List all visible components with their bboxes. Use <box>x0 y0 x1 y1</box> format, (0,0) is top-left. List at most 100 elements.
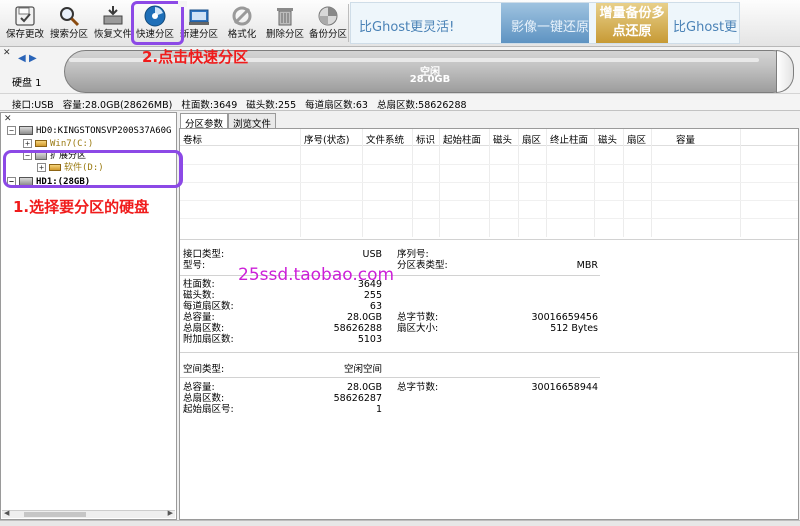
column-header[interactable]: 扇区 <box>522 132 541 146</box>
delete-partition-label: 删除分区 <box>265 29 304 40</box>
grid-line <box>412 129 413 237</box>
sectors-per-track-value: 63 <box>369 301 382 312</box>
grid-line <box>623 129 624 237</box>
search-partition-label: 搜索分区 <box>49 29 88 40</box>
column-header[interactable]: 磁头 <box>493 132 512 146</box>
sectors-per-track-label: 每道扇区数: <box>183 301 234 312</box>
save-changes-label: 保存更改 <box>5 29 44 40</box>
grid-line <box>651 129 652 237</box>
interface-type-label: 接口类型: <box>183 249 225 260</box>
sector-size-value: 512 Bytes <box>550 323 598 334</box>
collapse-icon[interactable]: − <box>7 126 16 135</box>
table-row <box>180 182 798 183</box>
sectors-per-track-info: 每道扇区数:63 <box>305 100 368 111</box>
total-bytes-value: 30016659456 <box>531 312 599 323</box>
total-capacity-value: 28.0GB <box>346 312 382 323</box>
hd1-highlight <box>3 150 183 188</box>
delete-partition-button[interactable]: 删除分区 <box>262 2 308 44</box>
prev-disk-icon[interactable]: ◀ <box>18 53 26 64</box>
interface-type-value: USB <box>362 249 382 260</box>
disk-label: 硬盘 1 <box>12 78 42 89</box>
table-type-label: 分区表类型: <box>397 260 448 271</box>
tree-item-win7[interactable]: + Win7(C:) <box>23 139 93 150</box>
partition-icon <box>35 140 47 147</box>
search-partition-button[interactable]: 搜索分区 <box>46 2 92 44</box>
space-type-label: 空间类型: <box>183 364 225 375</box>
disk-info-line: 接口:USB 容量:28.0GB(28626MB) 柱面数:3649 磁头数:2… <box>0 93 800 111</box>
heads-value: 255 <box>363 290 382 301</box>
grid-line <box>518 129 519 237</box>
column-header[interactable]: 标识 <box>416 132 435 146</box>
total-sectors-value: 58626288 <box>333 323 382 334</box>
scroll-left-icon[interactable]: ◀ <box>4 509 9 517</box>
space-capacity-label: 总容量: <box>183 382 215 393</box>
cylinders-info: 柱面数:3649 <box>181 100 238 111</box>
highlight-gap <box>178 1 187 7</box>
column-header[interactable]: 扇区 <box>627 132 646 146</box>
serial-label: 序列号: <box>397 249 429 260</box>
partition-details-panel: 卷标 序号(状态) 文件系统 标识 起始柱面 磁头 扇区 终止柱面 磁头 扇区 … <box>179 128 799 520</box>
table-row <box>180 218 798 219</box>
banner-text-4: 比Ghost更 <box>673 20 738 35</box>
scrollbar-thumb[interactable] <box>24 512 86 517</box>
start-sector-value: 1 <box>375 404 382 415</box>
main-toolbar: 保存更改 搜索分区 恢复文件 快速分区 新建分区 格式化 删除分区 备份分区 比… <box>0 0 800 47</box>
start-sector-label: 起始扇区号: <box>183 404 234 415</box>
grid-line <box>594 129 595 237</box>
column-header[interactable]: 卷标 <box>183 132 202 146</box>
space-bytes-label: 总字节数: <box>397 382 439 393</box>
model-label: 型号: <box>183 260 206 271</box>
watermark-text: 25ssd.taobao.com <box>238 265 395 285</box>
tree-item-hd0[interactable]: − HD0:KINGSTONSVP200S37A60G <box>7 126 171 137</box>
heads-info: 磁头数:255 <box>246 100 297 111</box>
table-row <box>180 164 798 165</box>
grid-line <box>300 129 301 237</box>
heads-label: 磁头数: <box>183 290 215 301</box>
space-sectors-value: 58626287 <box>333 393 382 404</box>
section-divider <box>180 352 798 353</box>
column-header[interactable]: 起始柱面 <box>443 132 481 146</box>
extra-sectors-value: 5103 <box>357 334 382 345</box>
format-button[interactable]: 格式化 <box>219 2 265 44</box>
total-sectors-info: 总扇区数:58626288 <box>376 100 467 111</box>
format-label: 格式化 <box>227 29 257 40</box>
quick-partition-highlight <box>131 1 187 45</box>
space-bytes-value: 30016658944 <box>531 382 599 393</box>
interface-info: 接口:USB <box>12 100 54 111</box>
next-disk-icon[interactable]: ▶ <box>29 53 37 64</box>
partition-end-cap <box>776 50 794 93</box>
column-header[interactable]: 磁头 <box>598 132 617 146</box>
column-header[interactable]: 终止柱面 <box>550 132 588 146</box>
step-2-annotation: 2.点击快速分区 <box>142 48 249 66</box>
total-capacity-label: 总容量: <box>183 312 215 323</box>
expand-icon[interactable]: + <box>23 139 32 148</box>
ad-banner[interactable]: 比Ghost更灵活! 影像一键还原 增量备份多点还原 比Ghost更 <box>350 2 740 44</box>
save-changes-button[interactable]: 保存更改 <box>2 2 48 44</box>
backup-partition-button[interactable]: 备份分区 <box>305 2 351 44</box>
section-divider <box>180 239 798 240</box>
column-header[interactable]: 容量 <box>676 132 695 146</box>
format-icon <box>232 6 252 26</box>
close-icon[interactable]: ✕ <box>3 48 11 58</box>
banner-text-1: 比Ghost更灵活! <box>359 20 455 35</box>
backup-partition-icon <box>318 6 338 26</box>
grid-line <box>489 129 490 237</box>
status-bar <box>0 520 800 526</box>
space-type-value: 空闲空间 <box>343 364 382 375</box>
grid-line <box>740 129 741 237</box>
search-partition-icon <box>60 7 80 27</box>
grid-line <box>439 129 440 237</box>
close-icon[interactable]: ✕ <box>4 114 12 124</box>
section-divider <box>180 377 600 378</box>
recover-files-button[interactable]: 恢复文件 <box>90 2 136 44</box>
scroll-right-icon[interactable]: ▶ <box>168 509 173 517</box>
new-partition-icon <box>189 9 209 25</box>
column-header[interactable]: 文件系统 <box>366 132 404 146</box>
horizontal-scrollbar[interactable]: ◀ ▶ <box>2 509 175 518</box>
banner-text-2: 影像一键还原 <box>511 20 590 35</box>
partition-size: 28.0GB <box>409 74 451 85</box>
total-sectors-label: 总扇区数: <box>183 323 225 334</box>
tab-browse-files[interactable]: 浏览文件 <box>228 113 277 130</box>
space-sectors-label: 总扇区数: <box>183 393 225 404</box>
column-header[interactable]: 序号(状态) <box>304 132 349 146</box>
